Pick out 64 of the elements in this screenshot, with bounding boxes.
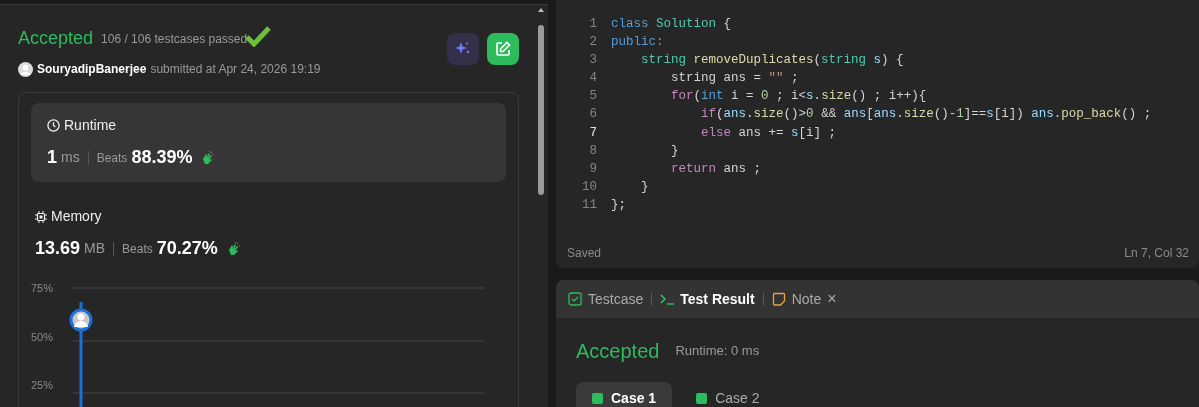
line-number: 11 [581,196,598,214]
code-line: class Solution { [611,16,732,33]
note-icon [771,292,787,306]
line-number: 10 [581,178,598,196]
code-line: if(ans.size()>0 && ans[ans.size()-1]==s[i]) ans.pop_back() ; [700,106,1152,124]
check-icon [592,393,603,404]
code-line: }; [611,196,626,214]
edit-button[interactable] [487,33,519,65]
line-number: 8 [588,142,598,160]
tab[interactable]: Testcase [568,288,644,310]
runtime-title: Runtime [64,116,117,135]
tab[interactable]: Note [771,288,822,310]
code-line: else ans += s[i] ; [700,124,837,142]
beats-percent: 88.39% [131,146,193,169]
ai-button[interactable] [447,33,479,65]
axis-label: 25% [31,378,55,393]
memory-title: Memory [51,207,102,226]
terminal-icon [660,292,676,306]
code-line: string ans = "" ; [670,70,799,88]
line-number: 7 [588,124,598,142]
code-line: return ans ; [670,160,762,178]
runtime-text: Runtime: 0 ms [675,342,760,361]
result-status: Accepted [576,339,660,364]
status-text: Accepted [18,27,94,50]
line-number: 3 [588,52,598,70]
scrollbar-thumb[interactable] [538,25,544,195]
beats-label: Beats [122,240,153,258]
saved-status: Saved [567,245,602,262]
line-number: 9 [588,160,598,178]
beats-percent: 70.27% [156,237,218,260]
clock-icon [47,119,60,132]
axis-label: 50% [31,329,55,345]
code-line: string removeDuplicates(string s) { [640,52,904,70]
close-button[interactable]: × [827,287,837,311]
checkbox-icon [568,292,583,306]
testcases-text: 106 / 106 testcases passed [101,30,248,48]
scroll-up-icon[interactable] [538,8,544,12]
memory-unit: MB [84,239,106,258]
beats-label: Beats [96,149,128,167]
runtime-unit: ms [61,148,80,167]
code-line: } [670,142,679,160]
memory-value: 13.69 [35,237,81,260]
case-tab[interactable]: Case 2 [680,382,776,407]
code-line: } [640,178,649,196]
username-link[interactable]: SouryadipBanerjee [37,60,147,78]
line-number: 2 [588,34,598,52]
check-icon [696,393,708,404]
case-tab[interactable]: Case 1 [576,382,673,407]
clap-icon [200,149,217,166]
code-line: public: [611,34,664,52]
line-number: 1 [588,16,598,33]
line-number: 5 [588,88,598,106]
axis-label: 75% [31,281,55,296]
chip-icon [35,210,47,223]
edit-icon [495,41,511,57]
checkmark-icon [245,24,272,47]
avatar-icon [18,61,33,77]
tab[interactable]: Test Result [660,288,755,310]
runtime-value: 1 [47,146,57,169]
cursor-position: Ln 7, Col 32 [1124,245,1189,262]
line-number: 4 [588,70,598,88]
line-number: 6 [588,106,598,124]
submitted-text: submitted at Apr 24, 2026 19:19 [150,61,321,78]
code-line: for(int i = 0 ; i<s.size() ; i++){ [670,88,927,106]
